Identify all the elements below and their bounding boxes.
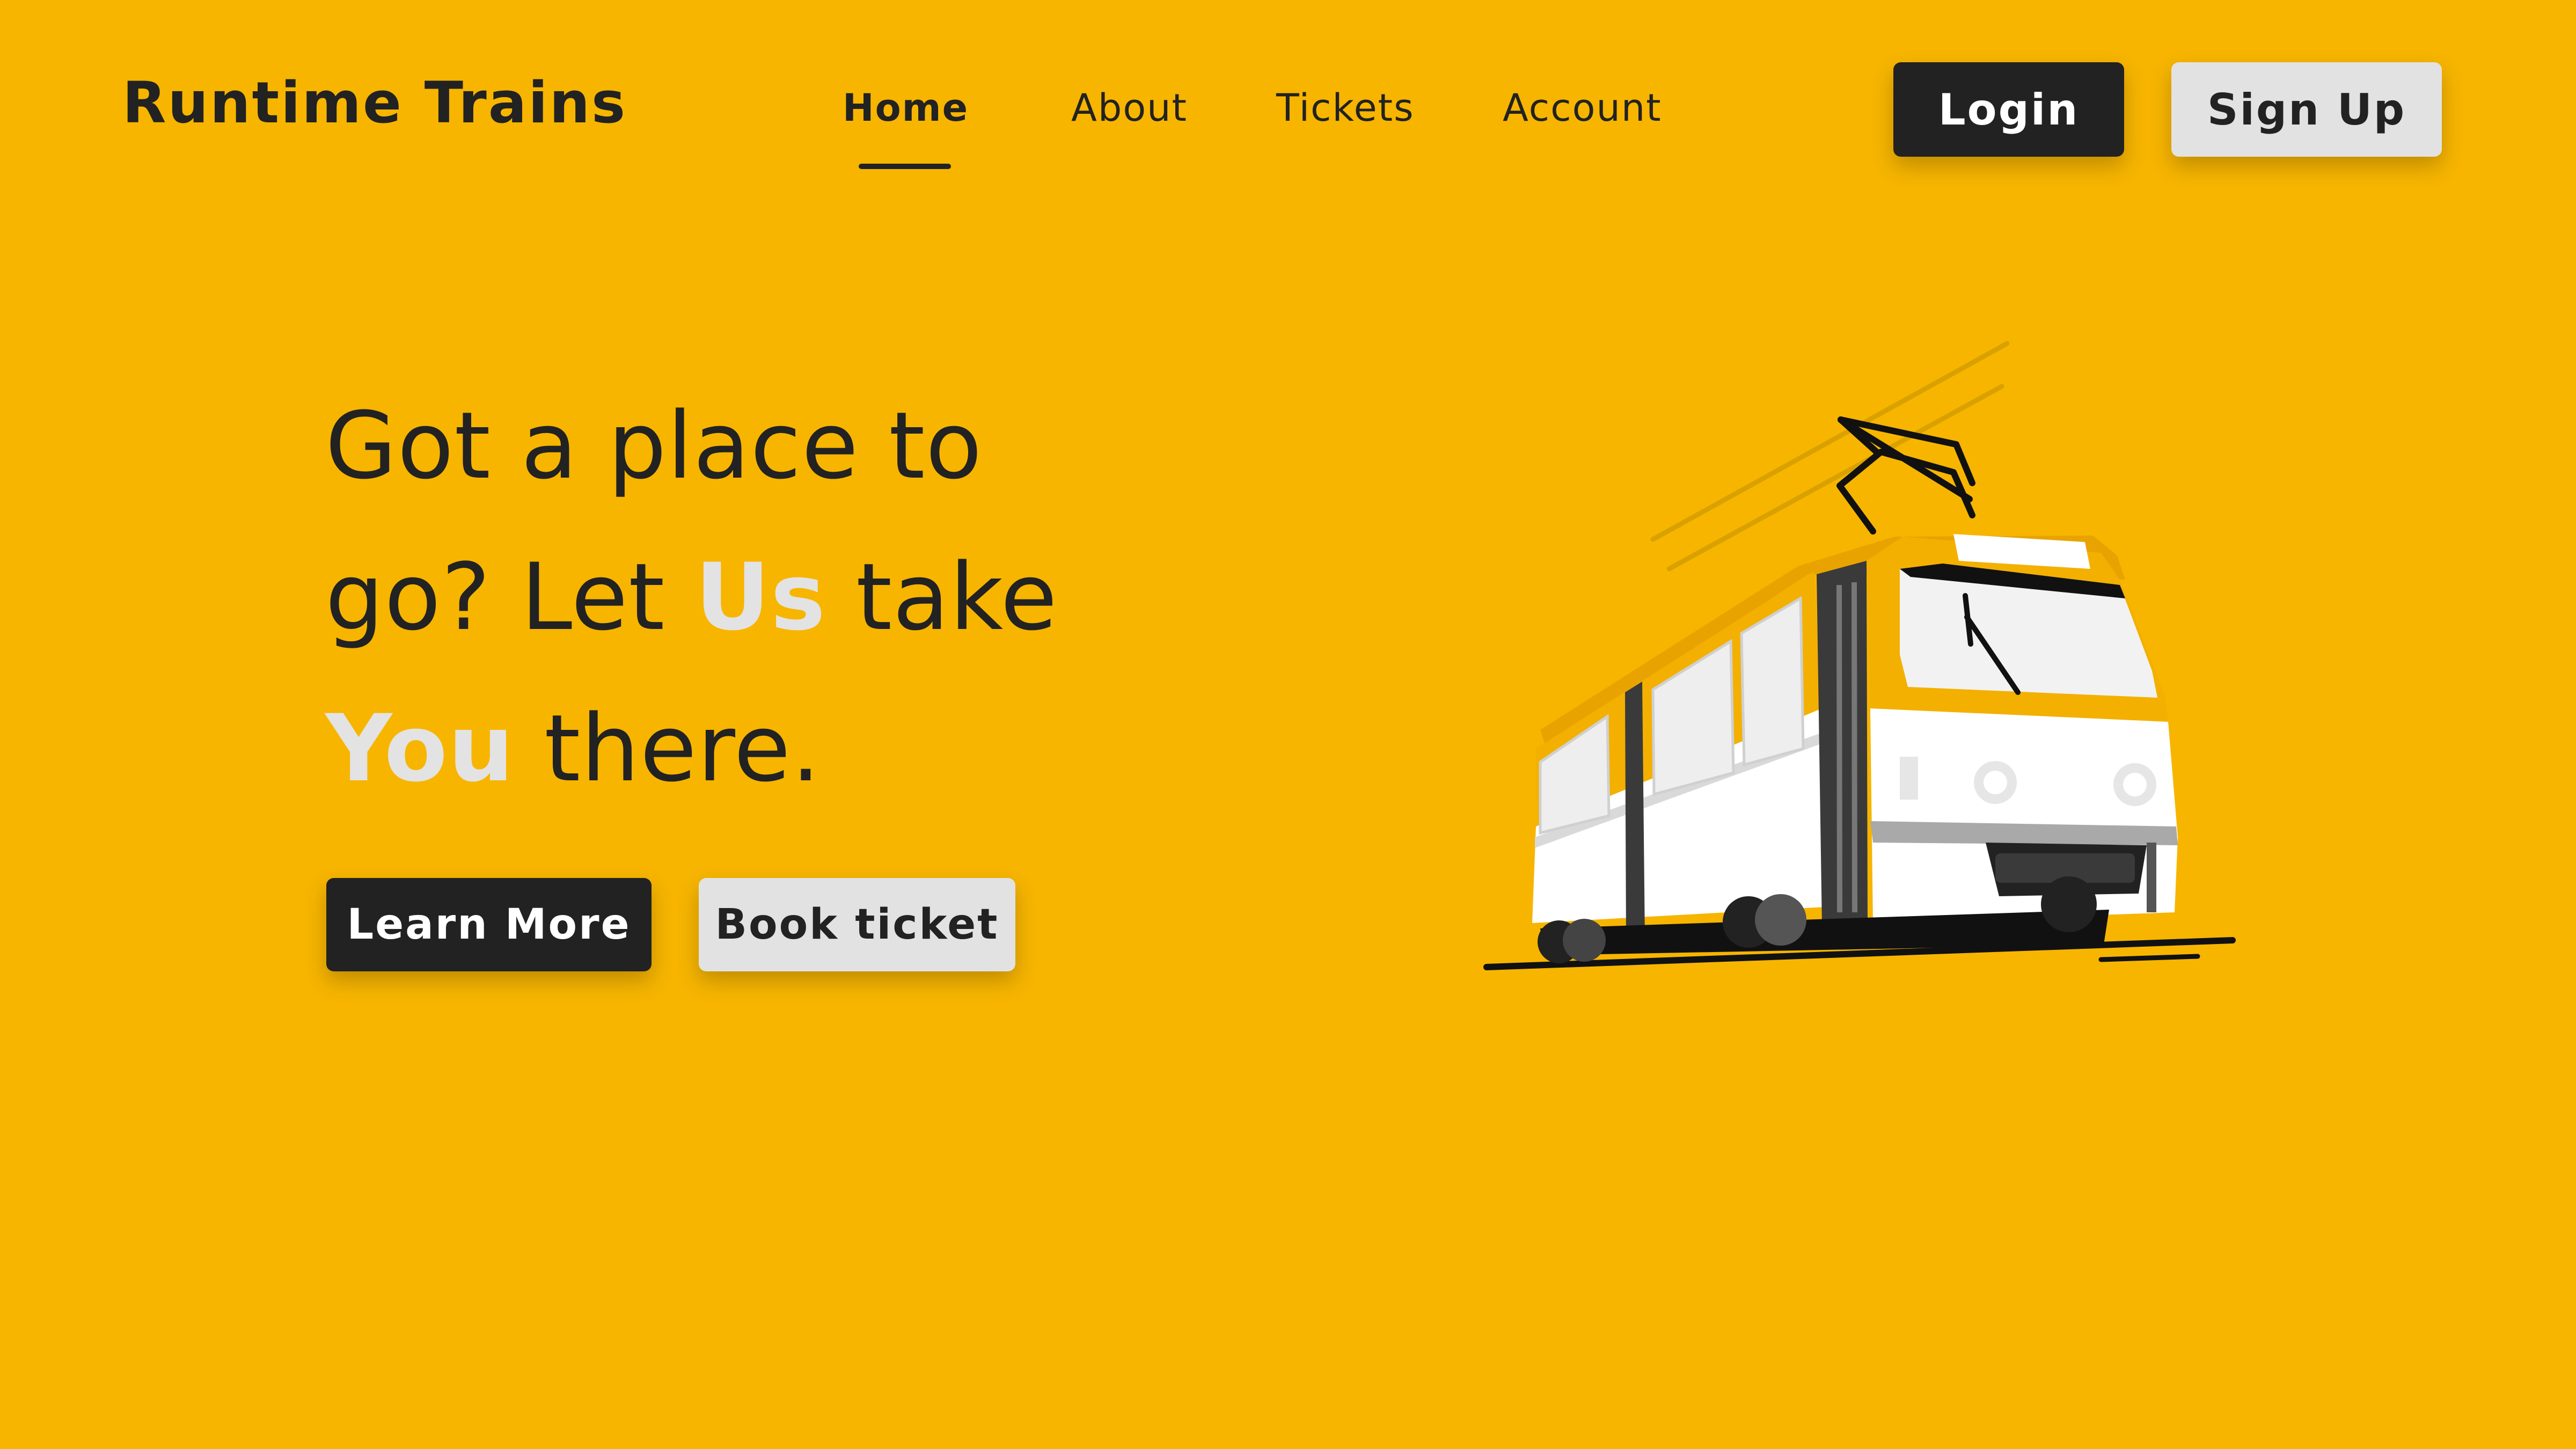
tram-icon: [1483, 341, 2236, 970]
hero-highlight-us: Us: [695, 543, 826, 651]
landing-page: Runtime Trains Home About Tickets Accoun…: [0, 0, 2576, 1449]
book-ticket-button[interactable]: Book ticket: [699, 878, 1015, 971]
learn-more-button[interactable]: Learn More: [326, 878, 652, 971]
hero-highlight-you: You: [325, 694, 515, 802]
signup-button[interactable]: Sign Up: [2171, 62, 2442, 157]
nav-item-account[interactable]: Account: [1503, 86, 1662, 130]
hero-line-1: Got a place to: [325, 392, 983, 500]
hero-line-3-tail: there.: [514, 694, 821, 802]
hero-line-2: go? Let Us take: [325, 522, 1130, 673]
hero-line-2-text: go? Let: [325, 543, 696, 651]
nav-item-about[interactable]: About: [1071, 86, 1188, 130]
hero-line-3: You there.: [325, 673, 1130, 824]
active-nav-indicator: [859, 164, 951, 169]
hero-line-2-tail: take: [826, 543, 1058, 651]
nav-item-home[interactable]: Home: [843, 86, 969, 130]
login-button[interactable]: Login: [1893, 62, 2124, 157]
nav-item-tickets[interactable]: Tickets: [1276, 86, 1415, 130]
hero-headline: Got a place to go? Let Us take You there…: [325, 370, 1130, 824]
